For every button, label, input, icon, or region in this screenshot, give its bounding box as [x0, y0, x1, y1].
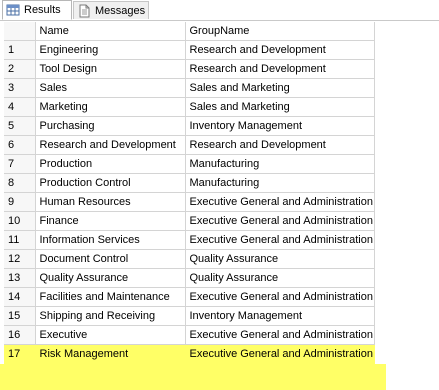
- cell-groupname[interactable]: Quality Assurance: [185, 249, 375, 269]
- row-number[interactable]: 3: [4, 78, 36, 98]
- cell-groupname[interactable]: Executive General and Administration: [185, 192, 375, 212]
- row-number[interactable]: 15: [4, 306, 36, 326]
- row-number[interactable]: 17: [4, 344, 36, 364]
- cell-groupname[interactable]: Sales and Marketing: [185, 97, 375, 117]
- table-row[interactable]: 6 Research and Development Research and De…: [4, 135, 375, 155]
- row-number[interactable]: 9: [4, 192, 36, 212]
- cell-name[interactable]: Production: [35, 154, 186, 174]
- table-row[interactable]: 15 Shipping and Receiving Inventory Manage…: [4, 306, 375, 326]
- tab-results[interactable]: Results: [2, 0, 72, 20]
- table-row[interactable]: 4 Marketing Sales and Marketing: [4, 97, 375, 117]
- row-number[interactable]: 1: [4, 40, 36, 60]
- table-row[interactable]: 8 Production Control Manufacturing: [4, 173, 375, 193]
- table-row[interactable]: 2 Tool Design Research and Development: [4, 59, 375, 79]
- cell-name[interactable]: Risk Management: [35, 344, 186, 364]
- row-highlight-marker: [0, 364, 386, 390]
- table-row[interactable]: 14 Facilities and Maintenance Executive Ge…: [4, 287, 375, 307]
- row-number[interactable]: 4: [4, 97, 36, 117]
- cell-groupname[interactable]: Executive General and Administration: [185, 230, 375, 250]
- tab-results-label: Results: [24, 4, 61, 16]
- cell-groupname[interactable]: Research and Development: [185, 40, 375, 60]
- cell-groupname[interactable]: Executive General and Administration: [185, 325, 375, 345]
- row-number[interactable]: 5: [4, 116, 36, 136]
- cell-groupname[interactable]: Quality Assurance: [185, 268, 375, 288]
- cell-name[interactable]: Marketing: [35, 97, 186, 117]
- cell-name[interactable]: Engineering: [35, 40, 186, 60]
- cell-name[interactable]: Shipping and Receiving: [35, 306, 186, 326]
- table-row[interactable]: 5 Purchasing Inventory Management: [4, 116, 375, 136]
- table-row-highlighted[interactable]: 17 Risk Management Executive General and A…: [4, 344, 375, 364]
- cell-groupname[interactable]: Executive General and Administration: [185, 344, 375, 364]
- cell-groupname[interactable]: Manufacturing: [185, 173, 375, 193]
- cell-name[interactable]: Tool Design: [35, 59, 186, 79]
- tab-messages[interactable]: Messages: [73, 1, 149, 19]
- cell-groupname[interactable]: Sales and Marketing: [185, 78, 375, 98]
- results-table: Name GroupName 1 Engineering Research and …: [4, 22, 375, 364]
- row-number[interactable]: 11: [4, 230, 36, 250]
- row-number[interactable]: 16: [4, 325, 36, 345]
- table-row[interactable]: 11 Information Services Executive General …: [4, 230, 375, 250]
- cell-groupname[interactable]: Research and Development: [185, 59, 375, 79]
- column-header-name[interactable]: Name: [35, 22, 186, 41]
- cell-name[interactable]: Purchasing: [35, 116, 186, 136]
- cell-name[interactable]: Executive: [35, 325, 186, 345]
- messages-document-icon: [77, 4, 91, 18]
- row-number[interactable]: 8: [4, 173, 36, 193]
- cell-name[interactable]: Research and Development: [35, 135, 186, 155]
- corner-cell[interactable]: [4, 22, 36, 41]
- cell-groupname[interactable]: Inventory Management: [185, 306, 375, 326]
- tab-messages-label: Messages: [95, 4, 146, 17]
- cell-name[interactable]: Sales: [35, 78, 186, 98]
- cell-groupname[interactable]: Executive General and Administration: [185, 287, 375, 307]
- table-row[interactable]: 7 Production Manufacturing: [4, 154, 375, 174]
- header-row: Name GroupName: [4, 22, 375, 41]
- table-row[interactable]: 12 Document Control Quality Assurance: [4, 249, 375, 269]
- row-number[interactable]: 7: [4, 154, 36, 174]
- cell-groupname[interactable]: Inventory Management: [185, 116, 375, 136]
- table-row[interactable]: 1 Engineering Research and Development: [4, 40, 375, 60]
- cell-name[interactable]: Quality Assurance: [35, 268, 186, 288]
- row-number[interactable]: 14: [4, 287, 36, 307]
- results-grid-icon: [6, 3, 20, 17]
- cell-name[interactable]: Document Control: [35, 249, 186, 269]
- cell-name[interactable]: Production Control: [35, 173, 186, 193]
- results-tab-bar: Results Messages: [0, 0, 439, 21]
- row-number[interactable]: 6: [4, 135, 36, 155]
- cell-name[interactable]: Finance: [35, 211, 186, 231]
- cell-name[interactable]: Human Resources: [35, 192, 186, 212]
- cell-groupname[interactable]: Manufacturing: [185, 154, 375, 174]
- cell-name[interactable]: Facilities and Maintenance: [35, 287, 186, 307]
- cell-groupname[interactable]: Research and Development: [185, 135, 375, 155]
- row-number[interactable]: 13: [4, 268, 36, 288]
- results-grid: Name GroupName 1 Engineering Research and …: [0, 22, 439, 390]
- table-row[interactable]: 10 Finance Executive General and Administr…: [4, 211, 375, 231]
- cell-name[interactable]: Information Services: [35, 230, 186, 250]
- row-number[interactable]: 10: [4, 211, 36, 231]
- cell-groupname[interactable]: Executive General and Administration: [185, 211, 375, 231]
- column-header-groupname[interactable]: GroupName: [185, 22, 375, 41]
- table-row[interactable]: 16 Executive Executive General and Adminis…: [4, 325, 375, 345]
- table-row[interactable]: 9 Human Resources Executive General and Ad…: [4, 192, 375, 212]
- table-row[interactable]: 3 Sales Sales and Marketing: [4, 78, 375, 98]
- table-row[interactable]: 13 Quality Assurance Quality Assurance: [4, 268, 375, 288]
- row-number[interactable]: 12: [4, 249, 36, 269]
- row-number[interactable]: 2: [4, 59, 36, 79]
